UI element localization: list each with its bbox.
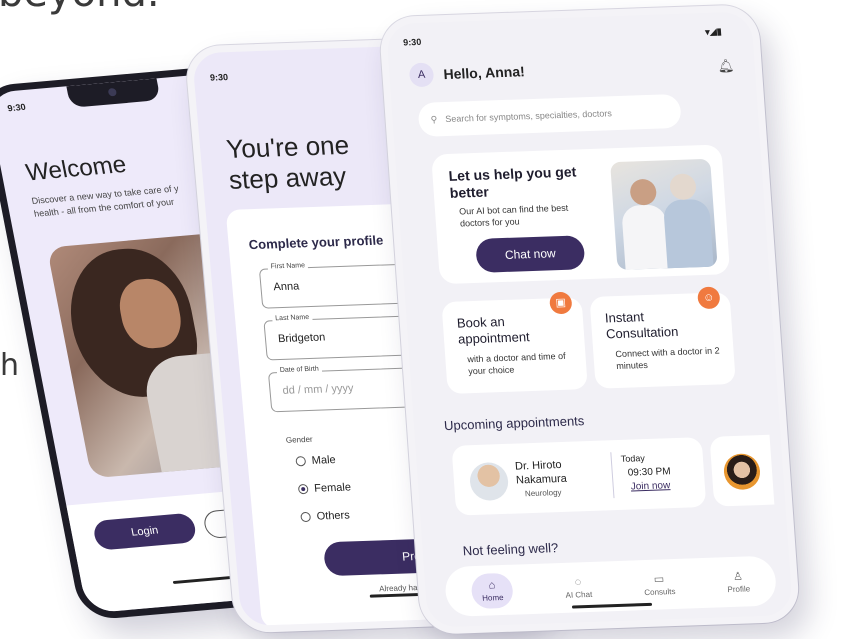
title-line-1: You're one bbox=[224, 129, 351, 165]
appointment-card-next[interactable] bbox=[709, 434, 775, 507]
radio-icon bbox=[300, 511, 312, 523]
service-title: Instant Consultation bbox=[604, 309, 679, 342]
chat-icon: ◌ bbox=[574, 575, 582, 589]
appointment-time: 09:30 PM bbox=[627, 466, 672, 479]
instant-consultation-card[interactable]: ☺ Instant Consultation Connect with a do… bbox=[589, 286, 736, 389]
avatar[interactable]: A bbox=[408, 62, 435, 88]
status-time: 9:30 bbox=[209, 72, 229, 83]
chat-now-button[interactable]: Chat now bbox=[475, 235, 586, 273]
doctor-name: Dr. Hiroto Nakamura bbox=[514, 458, 568, 487]
home-icon: ⌂ bbox=[488, 578, 496, 592]
welcome-title: Welcome bbox=[23, 151, 129, 187]
search-icon: ⚲ bbox=[430, 113, 438, 125]
doctor-avatar bbox=[722, 453, 762, 491]
nav-ai-chat[interactable]: ◌ AI Chat bbox=[564, 575, 593, 600]
gender-option-female[interactable]: Female bbox=[297, 481, 352, 495]
gender-option-male[interactable]: Male bbox=[295, 454, 336, 467]
radio-icon bbox=[295, 456, 307, 467]
service-title: Book an appointment bbox=[456, 313, 531, 347]
appointment-card[interactable]: Dr. Hiroto Nakamura Neurology Today 09:3… bbox=[451, 437, 707, 516]
bottom-navigation: ⌂ Home ◌ AI Chat ▭ Consults ♙ Profile bbox=[443, 555, 778, 617]
patient-head bbox=[669, 173, 697, 201]
gender-option-label: Female bbox=[313, 481, 352, 495]
phone-home-screen: 9:30 ▾◢▮ A Hello, Anna! 🔔︎ ⚲ Search for … bbox=[378, 4, 801, 635]
banner-description: Our AI bot can find the best doctors for… bbox=[458, 202, 569, 229]
service-description: Connect with a doctor in 2 minutes bbox=[615, 345, 720, 372]
status-time: 9:30 bbox=[6, 101, 27, 114]
camera-icon bbox=[107, 87, 118, 97]
home-header: A Hello, Anna! bbox=[408, 59, 526, 88]
book-appointment-card[interactable]: ▣ Book an appointment with a doctor and … bbox=[441, 291, 588, 394]
nav-label: AI Chat bbox=[565, 589, 593, 600]
doctor-figure bbox=[621, 204, 670, 270]
dob-label: Date of Birth bbox=[276, 365, 323, 375]
nav-home[interactable]: ⌂ Home bbox=[470, 572, 515, 609]
nav-label: Consults bbox=[643, 587, 676, 598]
last-name-label: Last Name bbox=[271, 313, 313, 323]
doctor-avatar bbox=[468, 461, 510, 502]
user-icon: ♙ bbox=[732, 570, 744, 583]
last-name-value: Bridgeton bbox=[277, 331, 326, 346]
phone-notch bbox=[66, 78, 161, 108]
gender-label: Gender bbox=[285, 434, 314, 445]
not-feeling-well-title: Not feeling well? bbox=[462, 540, 559, 559]
background-fragment: h bbox=[0, 348, 20, 383]
first-name-value: Anna bbox=[273, 280, 300, 294]
status-time: 9:30 bbox=[402, 36, 422, 48]
nav-label: Profile bbox=[727, 584, 751, 595]
greeting: Hello, Anna! bbox=[442, 63, 526, 83]
appointment-day: Today bbox=[620, 453, 646, 464]
first-name-label: First Name bbox=[267, 262, 309, 271]
background-heading: beyond. bbox=[0, 0, 160, 16]
profile-page-title: You're one step away bbox=[225, 130, 353, 196]
notification-bell-icon[interactable]: 🔔︎ bbox=[717, 58, 735, 75]
doctor-specialty: Neurology bbox=[524, 487, 562, 499]
divider bbox=[610, 452, 615, 499]
search-input[interactable]: ⚲ Search for symptoms, specialties, doct… bbox=[417, 93, 682, 137]
doctor-head bbox=[629, 178, 658, 206]
dob-placeholder: dd / mm / yyyy bbox=[282, 382, 355, 397]
service-description: with a doctor and time of your choice bbox=[467, 350, 566, 377]
form-title: Complete your profile bbox=[248, 232, 384, 253]
patient-figure bbox=[662, 198, 714, 271]
banner-image bbox=[610, 158, 718, 271]
calendar-icon: ▭ bbox=[653, 573, 665, 586]
gender-option-others[interactable]: Others bbox=[300, 509, 350, 523]
join-now-link[interactable]: Join now bbox=[630, 480, 670, 492]
calendar-icon: ▣ bbox=[549, 291, 573, 315]
search-placeholder: Search for symptoms, specialties, doctor… bbox=[444, 108, 613, 125]
gender-option-label: Others bbox=[316, 509, 351, 523]
signal-battery-icon: ▾◢▮ bbox=[704, 26, 722, 37]
welcome-description: Discover a new way to take care of y hea… bbox=[30, 183, 180, 219]
gender-option-label: Male bbox=[311, 454, 337, 467]
nav-label: Home bbox=[481, 592, 504, 603]
radio-selected-icon bbox=[297, 483, 309, 495]
nav-profile[interactable]: ♙ Profile bbox=[726, 569, 751, 595]
ai-help-banner: Let us help you get better Our AI bot ca… bbox=[431, 144, 731, 285]
upcoming-appointments-title: Upcoming appointments bbox=[443, 413, 585, 434]
nav-consults[interactable]: ▭ Consults bbox=[643, 572, 676, 597]
user-plus-icon: ☺ bbox=[697, 286, 721, 310]
title-line-2: step away bbox=[227, 160, 348, 195]
banner-title: Let us help you get better bbox=[448, 163, 577, 201]
